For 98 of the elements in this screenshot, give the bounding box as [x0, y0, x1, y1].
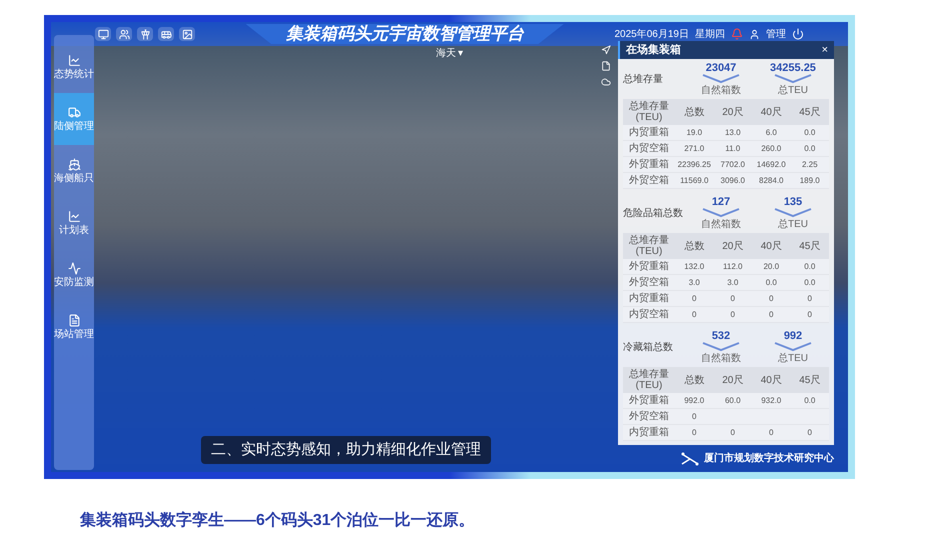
column-header: 45尺 — [798, 106, 822, 118]
table-cell: 7702.0 — [720, 160, 745, 168]
weekday-text: 星期四 — [695, 28, 725, 42]
table-cell: 189.0 — [800, 176, 820, 184]
date-text: 2025年06月19日 — [614, 28, 689, 42]
column-header: 总堆存量 (TEU) — [628, 369, 670, 391]
column-header: 20尺 — [721, 240, 744, 252]
table-cell: 0.0 — [804, 262, 816, 270]
stat-caption: 总TEU — [778, 220, 808, 230]
stat-value: 34255.25 — [770, 62, 816, 74]
table-cell: 0.0 — [804, 128, 816, 136]
panel-title: 在场集装箱 — [626, 42, 681, 58]
stat-caption: 自然箱数 — [701, 86, 741, 96]
logo-text: 厦门市规划数字技术研究中心 — [704, 451, 834, 466]
stat-value: 23047 — [706, 62, 736, 74]
sidebar-item[interactable]: 安防监测 — [54, 249, 94, 301]
table-cell: 0 — [769, 294, 774, 302]
table-cell: 8284.0 — [759, 176, 784, 184]
stat-caption: 自然箱数 — [701, 220, 741, 230]
section-label: 危险品箱总数 — [623, 206, 684, 220]
table-cell: 0.0 — [766, 278, 777, 286]
table-cell: 2.25 — [802, 160, 818, 168]
close-button[interactable]: × — [822, 44, 828, 56]
column-header: 总堆存量 (TEU) — [628, 235, 670, 257]
column-header: 40尺 — [760, 374, 783, 386]
table-cell: 外贸重箱 — [629, 262, 669, 272]
table-cell: 外贸重箱 — [629, 396, 669, 406]
column-header: 20尺 — [721, 106, 744, 118]
table-cell: 0 — [730, 428, 735, 436]
table-cell: 0.0 — [804, 396, 816, 404]
table-cell: 0 — [692, 412, 696, 420]
table-cell: 0 — [808, 294, 812, 302]
table-cell: 112.0 — [723, 262, 742, 270]
table-cell: 19.0 — [686, 128, 702, 136]
table-cell: 0 — [692, 310, 696, 318]
table-cell: 0.0 — [804, 278, 816, 286]
stat-value: 532 — [712, 330, 730, 342]
table-cell: 11569.0 — [680, 176, 708, 184]
table-cell: 内贸重箱 — [629, 128, 669, 138]
stat-value: 135 — [784, 196, 802, 208]
table-cell: 992.0 — [684, 396, 704, 404]
column-header: 40尺 — [760, 240, 783, 252]
column-header: 总堆存量 (TEU) — [628, 101, 670, 123]
table-cell: 外贸重箱 — [629, 160, 669, 170]
table-cell: 932.0 — [761, 396, 782, 404]
table-cell: 260.0 — [761, 144, 782, 152]
table-cell: 0.0 — [804, 144, 816, 152]
column-header: 45尺 — [798, 374, 822, 386]
table-cell: 0 — [692, 294, 696, 302]
table-cell: 0 — [692, 428, 696, 436]
column-header: 总数 — [683, 374, 706, 386]
table-cell: 6.0 — [766, 128, 777, 136]
table-cell: 14692.0 — [756, 160, 786, 168]
stat-caption: 自然箱数 — [701, 354, 741, 364]
column-header: 总数 — [683, 240, 706, 252]
table-cell: 13.0 — [724, 128, 741, 136]
sidebar-item[interactable]: 陆侧管理 — [54, 93, 94, 145]
user-name[interactable]: 管理 — [766, 26, 786, 42]
sidebar-item[interactable]: 海侧船只 — [54, 145, 94, 197]
table-cell: 内贸重箱 — [629, 294, 669, 304]
column-header: 40尺 — [760, 106, 783, 118]
table-cell: 0 — [808, 310, 812, 318]
table-cell: 0 — [769, 310, 774, 318]
column-header: 45尺 — [798, 240, 822, 252]
platform-title: 集装箱码头元宇宙数智管理平台 — [246, 24, 564, 44]
table-cell: 内贸重箱 — [629, 428, 669, 438]
table-cell: 3.0 — [688, 278, 700, 286]
table-cell: 内贸空箱 — [629, 144, 669, 154]
table-cell: 0 — [730, 294, 735, 302]
table-cell: 0 — [769, 428, 774, 436]
table-cell: 0 — [808, 428, 812, 436]
table-cell: 外贸空箱 — [629, 278, 669, 288]
table-cell: 20.0 — [763, 262, 780, 270]
subtitle-caption: 二、实时态势感知，助力精细化作业管理 — [201, 436, 491, 464]
stat-value: 992 — [784, 330, 802, 342]
table-cell: 271.0 — [684, 144, 704, 152]
table-cell: 3.0 — [727, 278, 738, 286]
stat-caption: 总TEU — [778, 86, 808, 96]
sidebar-item[interactable]: 计划表 — [54, 197, 94, 249]
table-cell: 22396.25 — [678, 160, 711, 168]
section-label: 冷藏箱总数 — [623, 340, 674, 354]
table-cell: 0 — [730, 310, 735, 318]
sidebar-item[interactable]: 态势统计 — [54, 41, 94, 93]
column-header: 总数 — [683, 106, 706, 118]
stat-value: 127 — [712, 196, 730, 208]
sidebar-item[interactable]: 场站管理 — [54, 301, 94, 353]
table-cell: 60.0 — [724, 396, 741, 404]
table-cell: 3096.0 — [720, 176, 745, 184]
section-label: 总堆存量 — [623, 72, 664, 86]
location-dropdown[interactable]: 海天 ▾ — [436, 46, 463, 61]
table-cell: 132.0 — [684, 262, 704, 270]
column-header: 20尺 — [721, 374, 744, 386]
table-cell: 内贸空箱 — [629, 310, 669, 320]
stat-caption: 总TEU — [778, 354, 808, 364]
table-cell: 外贸空箱 — [629, 176, 669, 186]
table-cell: 11.0 — [725, 144, 740, 152]
article-caption: 集装箱码头数字孪生——6个码头31个泊位一比一还原。 — [80, 510, 476, 531]
table-cell: 外贸空箱 — [629, 412, 669, 422]
